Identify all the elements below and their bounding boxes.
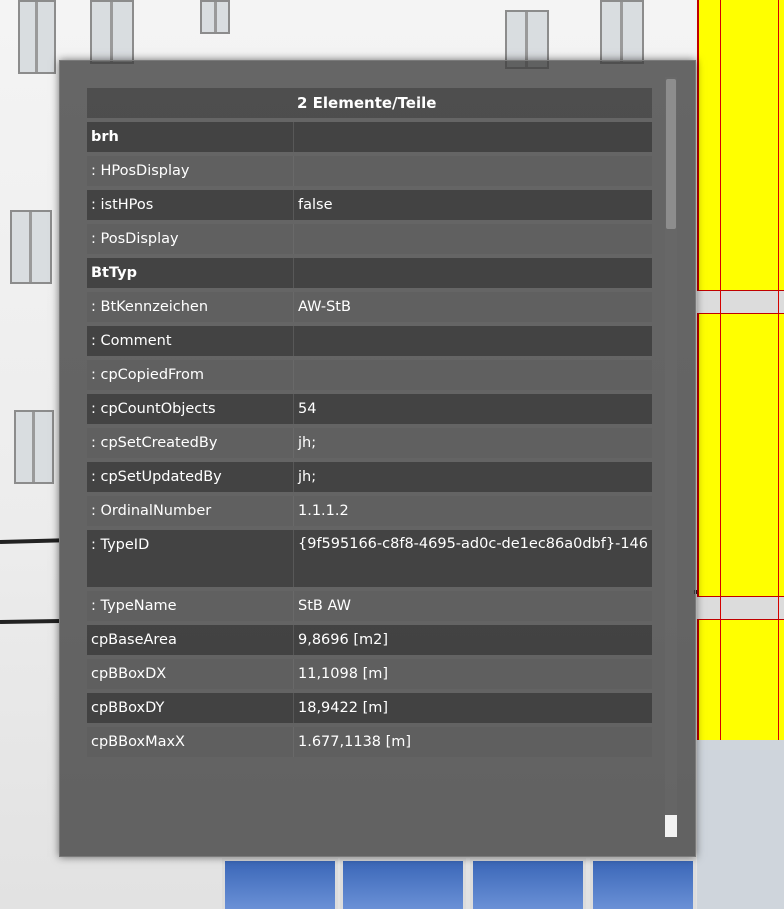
floor-band — [697, 596, 784, 620]
property-value — [293, 156, 652, 186]
property-value: false — [293, 190, 652, 220]
floor-band — [697, 290, 784, 314]
property-value: 54 — [293, 394, 652, 424]
lower-facade — [697, 740, 784, 909]
property-value — [293, 122, 652, 152]
edge-line — [778, 0, 779, 750]
property-value: 11,1098 [m] — [293, 659, 652, 689]
property-key: BtTyp — [91, 265, 137, 281]
property-key: : cpSetCreatedBy — [91, 435, 218, 451]
tooltip-header: 2 Elemente/Teile — [297, 94, 437, 112]
property-row: cpBBoxDX 11,1098 [m] — [87, 659, 652, 689]
property-key: brh — [91, 129, 119, 145]
property-key: : HPosDisplay — [91, 163, 190, 179]
scrollbar-thumb[interactable] — [666, 79, 676, 229]
property-row: : OrdinalNumber 1.1.1.2 — [87, 496, 652, 526]
property-value — [293, 258, 652, 288]
properties-grid: 2 Elemente/Teile brh : HPosDisplay : istHP… — [87, 88, 652, 761]
property-row: : cpSetUpdatedBy jh; — [87, 462, 652, 492]
property-row: : PosDisplay — [87, 224, 652, 254]
tooltip-header-row: 2 Elemente/Teile — [87, 88, 652, 118]
property-value: 18,9422 [m] — [293, 693, 652, 723]
glass-window — [222, 858, 338, 909]
property-row: : Comment — [87, 326, 652, 356]
facade-window — [10, 210, 52, 284]
property-value: AW-StB — [293, 292, 652, 322]
glass-window — [340, 858, 466, 909]
property-row: : cpSetCreatedBy jh; — [87, 428, 652, 458]
facade-window — [18, 0, 56, 74]
facade-window — [90, 0, 134, 64]
property-key: : TypeID — [91, 537, 150, 553]
facade-window — [200, 0, 230, 34]
scrollbar-end-marker[interactable] — [665, 815, 677, 837]
property-row: cpBBoxDY 18,9422 [m] — [87, 693, 652, 723]
property-key: cpBaseArea — [91, 632, 177, 648]
properties-tooltip: 2 Elemente/Teile brh : HPosDisplay : istHP… — [59, 60, 696, 857]
property-key: cpBBoxDY — [91, 700, 165, 716]
property-key: cpBBoxMaxX — [91, 734, 185, 750]
property-value: StB AW — [293, 591, 652, 621]
glass-window — [590, 858, 696, 909]
property-key: : BtKennzeichen — [91, 299, 209, 315]
property-group-row: BtTyp — [87, 258, 652, 288]
property-value: 1.677,1138 [m] — [293, 727, 652, 757]
property-value: jh; — [293, 428, 652, 458]
property-key: : istHPos — [91, 197, 154, 213]
property-rows: brh : HPosDisplay : istHPos false : PosDispl… — [87, 122, 652, 757]
property-row: : BtKennzeichen AW-StB — [87, 292, 652, 322]
property-key: : TypeName — [91, 598, 177, 614]
property-key: : Comment — [91, 333, 172, 349]
property-row: cpBaseArea 9,8696 [m2] — [87, 625, 652, 655]
property-value: 9,8696 [m2] — [293, 625, 652, 655]
glass-window — [470, 858, 586, 909]
property-row: : cpCountObjects 54 — [87, 394, 652, 424]
header-key-cell — [87, 88, 293, 118]
property-row: : cpCopiedFrom — [87, 360, 652, 390]
property-value — [293, 360, 652, 390]
property-value — [293, 326, 652, 356]
property-key: : cpCountObjects — [91, 401, 216, 417]
property-row: : istHPos false — [87, 190, 652, 220]
property-key: : OrdinalNumber — [91, 503, 212, 519]
property-value — [293, 224, 652, 254]
selected-wall-highlight[interactable] — [697, 0, 784, 750]
property-key: : cpCopiedFrom — [91, 367, 204, 383]
property-key: : PosDisplay — [91, 231, 179, 247]
facade-window — [14, 410, 54, 484]
property-value: 1.1.1.2 — [293, 496, 652, 526]
property-row: : TypeName StB AW — [87, 591, 652, 621]
property-row: : HPosDisplay — [87, 156, 652, 186]
property-key: cpBBoxDX — [91, 666, 167, 682]
property-value: {9f595166-c8f8-4695-ad0c-de1ec86a0dbf}-1… — [293, 530, 652, 587]
edge-line — [720, 0, 721, 750]
property-row: cpBBoxMaxX 1.677,1138 [m] — [87, 727, 652, 757]
property-group-row: brh — [87, 122, 652, 152]
property-value: jh; — [293, 462, 652, 492]
property-key: : cpSetUpdatedBy — [91, 469, 222, 485]
property-row: : TypeID {9f595166-c8f8-4695-ad0c-de1ec86… — [87, 530, 652, 587]
facade-window — [600, 0, 644, 64]
vertical-scrollbar[interactable] — [665, 77, 677, 837]
